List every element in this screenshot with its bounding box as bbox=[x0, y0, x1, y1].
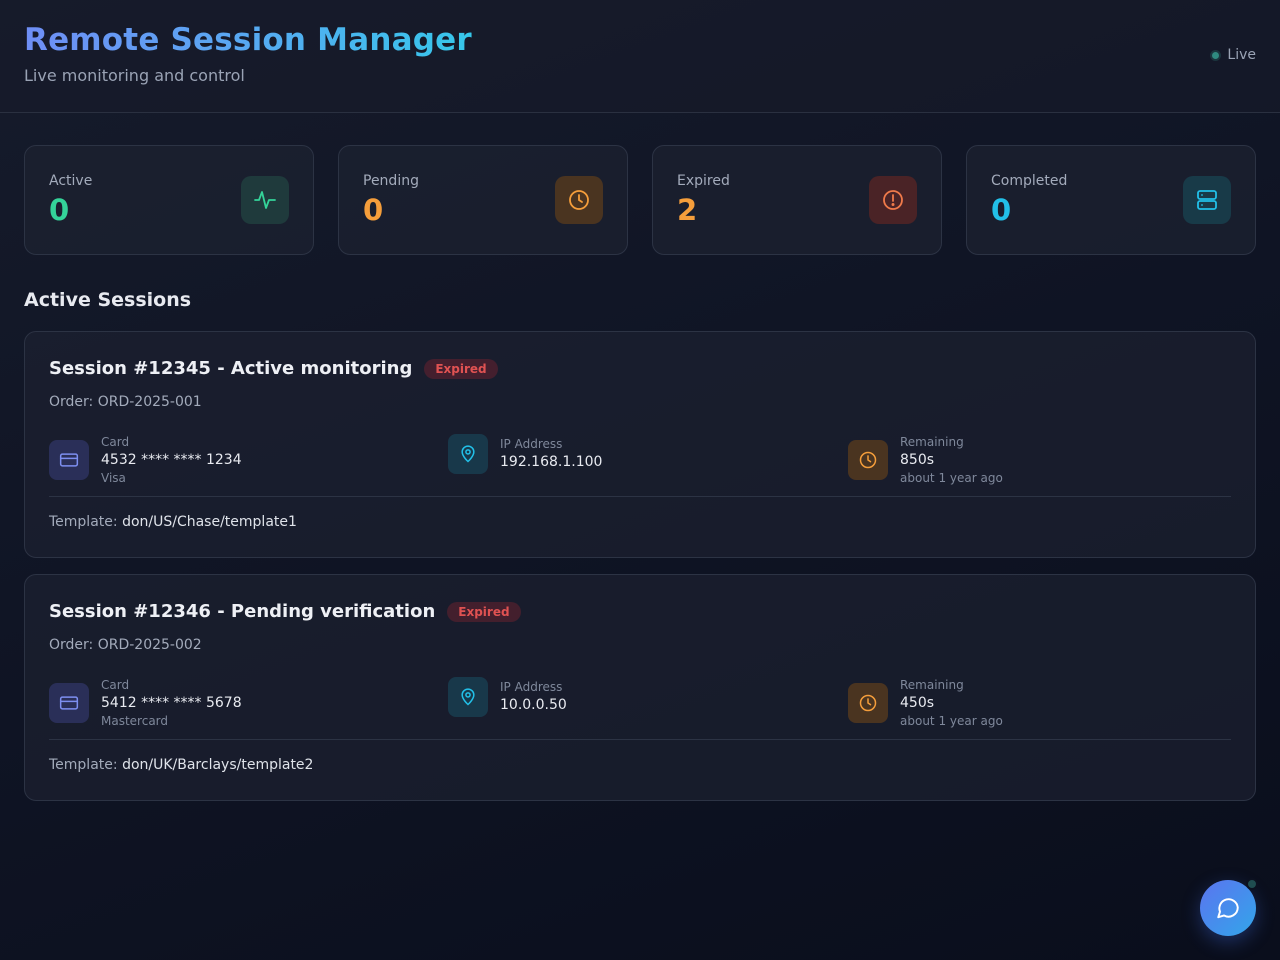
card-label: Card bbox=[101, 435, 130, 449]
stat-card-completed: Completed 0 bbox=[966, 145, 1256, 255]
map-pin-icon bbox=[448, 677, 488, 717]
template-line: Template: don/UK/Barclays/template2 bbox=[49, 757, 313, 773]
template-label: Template: bbox=[49, 757, 118, 773]
template-line: Template: don/US/Chase/template1 bbox=[49, 514, 297, 530]
stat-label: Completed bbox=[991, 173, 1068, 189]
live-indicator: Live bbox=[1212, 47, 1256, 63]
card-info: Card 4532 **** **** 1234 Visa bbox=[49, 434, 242, 486]
stat-label: Expired bbox=[677, 173, 730, 189]
remaining-value: 450s bbox=[900, 695, 935, 711]
remaining-info: Remaining 450s about 1 year ago bbox=[848, 677, 1003, 729]
stat-card-active: Active 0 bbox=[24, 145, 314, 255]
notification-dot bbox=[1246, 878, 1258, 890]
stat-value: 0 bbox=[363, 193, 384, 227]
alert-circle-icon bbox=[869, 176, 917, 224]
divider bbox=[49, 739, 1231, 740]
status-badge: Expired bbox=[447, 601, 521, 622]
section-title: Active Sessions bbox=[24, 289, 192, 311]
stat-card-expired: Expired 2 bbox=[652, 145, 942, 255]
chat-icon bbox=[1217, 898, 1239, 919]
credit-card-icon bbox=[49, 440, 89, 480]
live-label: Live bbox=[1227, 47, 1256, 63]
live-dot-icon bbox=[1212, 51, 1220, 59]
session-title: Session #12346 - Pending verification bbox=[49, 601, 436, 622]
ip-label: IP Address bbox=[500, 680, 563, 694]
stats-row: Active 0 Pending 0 Expired 2 Completed 0 bbox=[24, 145, 1256, 255]
page-title: Remote Session Manager bbox=[24, 22, 472, 58]
remaining-ago: about 1 year ago bbox=[900, 714, 1003, 728]
remaining-label: Remaining bbox=[900, 678, 964, 692]
status-badge: Expired bbox=[424, 358, 498, 379]
clock-icon bbox=[555, 176, 603, 224]
stat-value: 2 bbox=[677, 193, 698, 227]
activity-icon bbox=[241, 176, 289, 224]
card-info: Card 5412 **** **** 5678 Mastercard bbox=[49, 677, 242, 729]
session-card[interactable]: Session #12345 - Active monitoring Expir… bbox=[24, 331, 1256, 558]
card-brand: Visa bbox=[101, 471, 126, 485]
order-id: Order: ORD-2025-002 bbox=[49, 637, 202, 653]
stat-value: 0 bbox=[49, 193, 70, 227]
app-header: Remote Session Manager Live monitoring a… bbox=[0, 0, 1280, 113]
template-path: don/UK/Barclays/template2 bbox=[122, 757, 314, 773]
session-card[interactable]: Session #12346 - Pending verification Ex… bbox=[24, 574, 1256, 801]
card-brand: Mastercard bbox=[101, 714, 169, 728]
divider bbox=[49, 496, 1231, 497]
order-id: Order: ORD-2025-001 bbox=[49, 394, 202, 410]
card-number: 5412 **** **** 5678 bbox=[101, 695, 242, 711]
server-icon bbox=[1183, 176, 1231, 224]
credit-card-icon bbox=[49, 683, 89, 723]
remaining-ago: about 1 year ago bbox=[900, 471, 1003, 485]
ip-label: IP Address bbox=[500, 437, 563, 451]
stat-label: Pending bbox=[363, 173, 419, 189]
card-label: Card bbox=[101, 678, 130, 692]
session-title: Session #12345 - Active monitoring bbox=[49, 358, 413, 379]
card-number: 4532 **** **** 1234 bbox=[101, 452, 242, 468]
ip-address: 192.168.1.100 bbox=[500, 454, 603, 470]
stat-label: Active bbox=[49, 173, 93, 189]
remaining-info: Remaining 850s about 1 year ago bbox=[848, 434, 1003, 486]
remaining-value: 850s bbox=[900, 452, 935, 468]
template-label: Template: bbox=[49, 514, 118, 530]
ip-address: 10.0.0.50 bbox=[500, 697, 567, 713]
map-pin-icon bbox=[448, 434, 488, 474]
stat-value: 0 bbox=[991, 193, 1012, 227]
ip-info: IP Address 10.0.0.50 bbox=[448, 677, 567, 717]
clock-icon bbox=[848, 440, 888, 480]
ip-info: IP Address 192.168.1.100 bbox=[448, 434, 602, 474]
stat-card-pending: Pending 0 bbox=[338, 145, 628, 255]
clock-icon bbox=[848, 683, 888, 723]
template-path: don/US/Chase/template1 bbox=[122, 514, 297, 530]
remaining-label: Remaining bbox=[900, 435, 964, 449]
page-subtitle: Live monitoring and control bbox=[24, 66, 245, 85]
